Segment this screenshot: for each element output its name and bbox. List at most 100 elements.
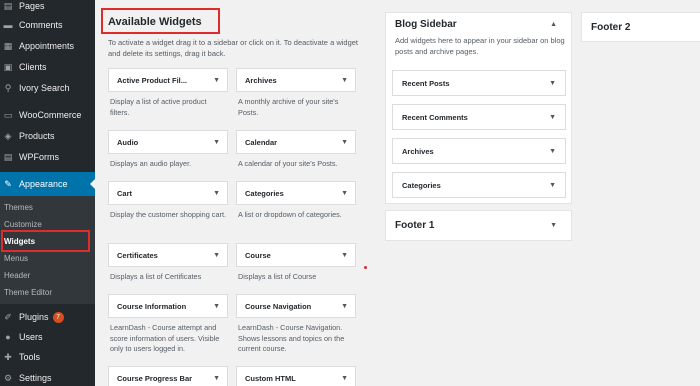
widget-header[interactable]: Cart ▼ — [108, 181, 228, 205]
sidebar-item-label: Appearance — [19, 179, 68, 189]
caret-down-icon[interactable]: ▼ — [549, 80, 556, 87]
caret-down-icon[interactable]: ▼ — [341, 252, 348, 259]
sidebar-widget-title: Recent Comments — [402, 112, 468, 122]
sidebar-item-ivory-search[interactable]: ⚲ Ivory Search — [0, 78, 95, 98]
pages-icon: ▤ — [3, 0, 13, 11]
footer-2-panel[interactable]: Footer 2 — [581, 12, 700, 42]
sidebar-item-tools[interactable]: ✚ Tools — [0, 347, 95, 367]
sidebar-item-products[interactable]: ◈ Products — [0, 126, 95, 146]
caret-down-icon[interactable]: ▼ — [341, 77, 348, 84]
widget-course-progress-bar[interactable]: Course Progress Bar ▼ — [108, 366, 228, 386]
widget-header[interactable]: Custom HTML ▼ — [236, 366, 356, 386]
widget-header[interactable]: Course Information ▼ — [108, 294, 228, 318]
footer-1-panel[interactable]: Footer 1 ▼ — [385, 210, 572, 241]
caret-down-icon[interactable]: ▼ — [550, 222, 557, 229]
sidebar-item-label: Settings — [19, 373, 52, 383]
sidebar-item-woocommerce[interactable]: ▭ WooCommerce — [0, 105, 95, 125]
widget-description: A monthly archive of your site's Posts. — [238, 97, 339, 117]
widget-header[interactable]: Certificates ▼ — [108, 243, 228, 267]
blog-sidebar-header[interactable]: Blog Sidebar ▲ — [386, 13, 571, 30]
sidebar-widget-title: Recent Posts — [402, 78, 450, 88]
caret-down-icon[interactable]: ▼ — [549, 182, 556, 189]
sidebar-item-label: Plugins — [19, 312, 49, 322]
widget-custom-html[interactable]: Custom HTML ▼ — [236, 366, 356, 386]
widget-certificates[interactable]: Certificates ▼ Displays a list of Certif… — [108, 243, 228, 283]
caret-down-icon[interactable]: ▼ — [213, 375, 220, 382]
widget-description: LearnDash - Course attempt and score inf… — [110, 323, 220, 353]
calendar-icon: ▦ — [3, 40, 13, 51]
sidebar-item-label: Ivory Search — [19, 83, 70, 93]
plugins-icon: ✐ — [4, 311, 12, 322]
sidebar-item-label: WPForms — [19, 152, 59, 162]
caret-down-icon[interactable]: ▼ — [213, 303, 220, 310]
caret-down-icon[interactable]: ▼ — [213, 139, 220, 146]
caret-down-icon[interactable]: ▼ — [341, 303, 348, 310]
widget-header[interactable]: Active Product Fil... ▼ — [108, 68, 228, 92]
woocommerce-icon: ▭ — [3, 109, 13, 120]
widget-course-information[interactable]: Course Information ▼ LearnDash - Course … — [108, 294, 228, 355]
widget-header[interactable]: Course ▼ — [236, 243, 356, 267]
widget-header[interactable]: Course Progress Bar ▼ — [108, 366, 228, 386]
widget-archives[interactable]: Archives ▼ A monthly archive of your sit… — [236, 68, 356, 118]
widget-calendar[interactable]: Calendar ▼ A calendar of your site's Pos… — [236, 130, 356, 170]
widget-title: Custom HTML — [245, 373, 296, 383]
footer-2-header[interactable]: Footer 2 — [582, 13, 700, 41]
sidebar-item-clients[interactable]: ▣ Clients — [0, 57, 95, 77]
comments-icon: ▬ — [3, 19, 13, 30]
widget-audio[interactable]: Audio ▼ Displays an audio player. — [108, 130, 228, 170]
caret-down-icon[interactable]: ▼ — [213, 252, 220, 259]
sidebar-item-settings[interactable]: ⚙ Settings — [0, 368, 95, 386]
caret-down-icon[interactable]: ▼ — [549, 114, 556, 121]
sidebar-item-wpforms[interactable]: ▤ WPForms — [0, 147, 95, 167]
sidebar-item-label: WooCommerce — [19, 110, 82, 120]
submenu-item-customize[interactable]: Customize — [4, 220, 42, 229]
appearance-icon: ✎ — [4, 178, 12, 189]
footer-1-header[interactable]: Footer 1 ▼ — [386, 211, 571, 240]
caret-down-icon[interactable]: ▼ — [341, 190, 348, 197]
widget-header[interactable]: Course Navigation ▼ — [236, 294, 356, 318]
widget-title: Active Product Fil... — [117, 75, 188, 85]
widget-description: A list or dropdown of categories. — [238, 210, 342, 219]
blog-sidebar-description: Add widgets here to appear in your sideb… — [395, 36, 565, 56]
sidebar-widget-archives[interactable]: Archives ▼ — [392, 138, 566, 164]
caret-down-icon[interactable]: ▼ — [213, 190, 220, 197]
update-count-badge: 7 — [52, 311, 64, 323]
widget-categories[interactable]: Categories ▼ A list or dropdown of categ… — [236, 181, 356, 221]
caret-down-icon[interactable]: ▼ — [341, 375, 348, 382]
footer-2-title: Footer 2 — [591, 21, 631, 33]
sidebar-widget-categories[interactable]: Categories ▼ — [392, 172, 566, 198]
widget-header[interactable]: Calendar ▼ — [236, 130, 356, 154]
sidebar-item-pages[interactable]: ▤ Pages — [0, 0, 95, 16]
wp-admin-page: ▤ Pages ▬ Comments ▦ Appointments ▣ Clie… — [0, 0, 700, 386]
sidebar-widget-recent-comments[interactable]: Recent Comments ▼ — [392, 104, 566, 130]
sidebar-item-appearance[interactable]: ✎ Appearance — [0, 172, 95, 196]
settings-icon: ⚙ — [3, 372, 13, 383]
sidebar-item-label: Appointments — [19, 41, 75, 51]
widget-course[interactable]: Course ▼ Displays a list of Course — [236, 243, 356, 283]
admin-sidebar: ▤ Pages ▬ Comments ▦ Appointments ▣ Clie… — [0, 0, 95, 386]
caret-down-icon[interactable]: ▼ — [549, 148, 556, 155]
caret-down-icon[interactable]: ▼ — [213, 77, 220, 84]
sidebar-item-label: Comments — [19, 20, 63, 30]
submenu-item-header[interactable]: Header — [4, 271, 30, 280]
caret-down-icon[interactable]: ▼ — [341, 139, 348, 146]
widget-cart[interactable]: Cart ▼ Display the customer shopping car… — [108, 181, 228, 221]
submenu-item-menus[interactable]: Menus — [4, 254, 28, 263]
caret-up-icon[interactable]: ▲ — [550, 21, 557, 28]
submenu-item-theme-editor[interactable]: Theme Editor — [4, 288, 52, 297]
widget-title: Cart — [117, 188, 133, 198]
products-icon: ◈ — [4, 130, 12, 141]
widget-course-navigation[interactable]: Course Navigation ▼ LearnDash - Course N… — [236, 294, 356, 355]
widget-description: Display the customer shopping cart. — [110, 210, 226, 219]
widget-title: Course Progress Bar — [117, 373, 193, 383]
sidebar-widget-recent-posts[interactable]: Recent Posts ▼ — [392, 70, 566, 96]
widget-header[interactable]: Archives ▼ — [236, 68, 356, 92]
widget-header[interactable]: Categories ▼ — [236, 181, 356, 205]
sidebar-item-plugins[interactable]: ✐ Plugins 7 — [0, 307, 95, 327]
sidebar-item-users[interactable]: ● Users — [0, 327, 95, 347]
submenu-item-themes[interactable]: Themes — [4, 203, 33, 212]
sidebar-item-appointments[interactable]: ▦ Appointments — [0, 36, 95, 56]
widget-header[interactable]: Audio ▼ — [108, 130, 228, 154]
sidebar-item-comments[interactable]: ▬ Comments — [0, 15, 95, 35]
widget-active-product-filters[interactable]: Active Product Fil... ▼ Display a list o… — [108, 68, 228, 118]
